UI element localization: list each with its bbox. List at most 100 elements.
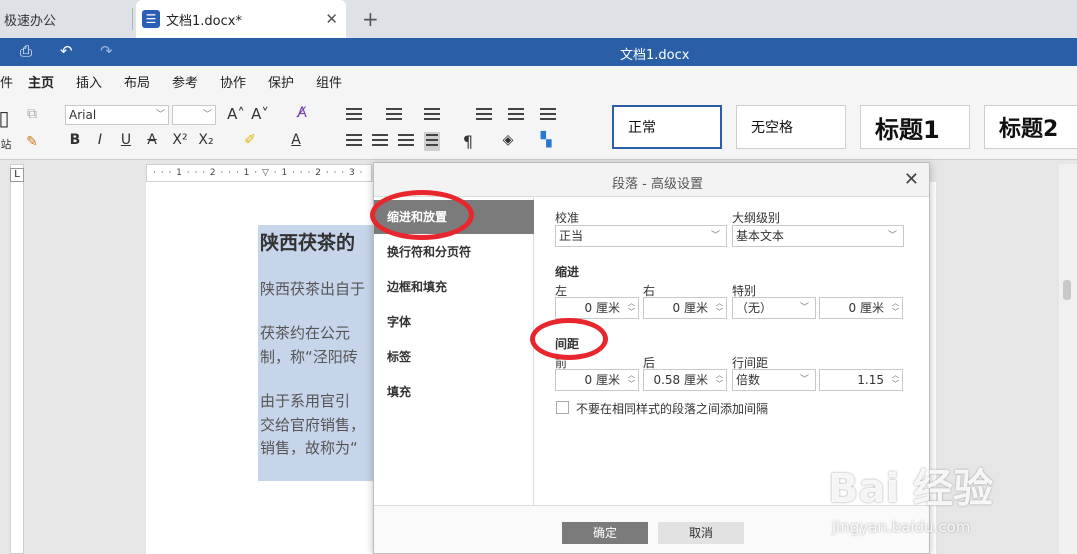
strikethrough-icon[interactable]: A — [142, 132, 162, 148]
indent-left-input[interactable]: 0 厘米 ︿ ﹀ — [555, 297, 639, 319]
spinner-arrows-icon[interactable]: ︿ ﹀ — [892, 371, 899, 389]
highlight-icon[interactable]: ✐ — [240, 132, 260, 148]
vertical-ruler — [10, 164, 24, 554]
multilevel-list-icon[interactable] — [424, 108, 440, 123]
document-line: 陕西茯茶出自于 — [260, 280, 366, 298]
browser-tab-strip: 极速办公 ☰ 文档1.docx* ✕ + — [0, 0, 1077, 38]
watermark-brand: Bai 经验 — [828, 466, 994, 512]
copy-icon[interactable]: ⧉ — [22, 106, 42, 122]
line-spacing-value-input[interactable]: 1.15 ︿ ﹀ — [819, 369, 903, 391]
line-spacing-type-select[interactable]: 倍数 ﹀ — [732, 369, 816, 391]
menu-insert[interactable]: 插入 — [76, 72, 102, 91]
spacing-after-input[interactable]: 0.58 厘米 ︿ ﹀ — [643, 369, 727, 391]
indent-right-input[interactable]: 0 厘米 ︿ ﹀ — [643, 297, 727, 319]
spinner-arrows-icon[interactable]: ︿ ﹀ — [628, 371, 635, 389]
new-tab-button[interactable]: + — [362, 7, 379, 31]
style-no-spacing[interactable]: 无空格 — [736, 105, 846, 149]
align-center-icon[interactable] — [372, 134, 388, 149]
indent-special-amount-input[interactable]: 0 厘米 ︿ ﹀ — [819, 297, 903, 319]
indent-special-value: （无） — [736, 301, 773, 315]
italic-icon[interactable]: I — [90, 132, 110, 148]
tab-stop-selector[interactable]: L — [10, 168, 24, 182]
print-icon[interactable]: ⎙ — [20, 42, 32, 60]
menu-home[interactable]: 主页 — [28, 72, 55, 96]
indent-special-select[interactable]: （无） ﹀ — [732, 297, 816, 319]
borders-icon[interactable]: ▚ — [536, 132, 556, 148]
alignment-value: 正当 — [559, 229, 584, 243]
spinner-arrows-icon[interactable]: ︿ ﹀ — [628, 299, 635, 317]
style-normal[interactable]: 正常 — [612, 105, 722, 149]
line-spacing-icon[interactable] — [540, 108, 556, 123]
menu-layout[interactable]: 布局 — [124, 72, 150, 91]
format-painter-icon[interactable]: ✎ — [22, 134, 42, 150]
menu-file[interactable]: 件 — [0, 72, 13, 91]
spinner-arrows-icon[interactable]: ︿ ﹀ — [716, 299, 723, 317]
font-name-select[interactable]: Arial ﹀ — [65, 105, 169, 125]
menu-protect[interactable]: 保护 — [268, 72, 294, 91]
outline-level-select[interactable]: 基本文本 ﹀ — [732, 225, 904, 247]
nav-line-page-breaks[interactable]: 换行符和分页符 — [374, 235, 534, 269]
spacing-before-input[interactable]: 0 厘米 ︿ ﹀ — [555, 369, 639, 391]
line-spacing-value: 1.15 — [857, 373, 884, 387]
subscript-icon[interactable]: X₂ — [196, 132, 216, 148]
shading-icon[interactable]: ◈ — [498, 132, 518, 148]
style-label: 标题1 — [875, 115, 940, 144]
paste-icon[interactable]: ▯ — [0, 106, 14, 130]
spinner-arrows-icon[interactable]: ︿ ﹀ — [892, 299, 899, 317]
tab-jisu-office[interactable]: 极速办公 — [0, 0, 132, 38]
tab-document[interactable]: ☰ 文档1.docx* ✕ — [136, 0, 346, 38]
undo-icon[interactable]: ↶ — [60, 42, 73, 60]
nav-tabs[interactable]: 标签 — [374, 340, 534, 374]
chevron-down-icon: ﹀ — [799, 303, 809, 313]
spinner-arrows-icon[interactable]: ︿ ﹀ — [716, 371, 723, 389]
increase-indent-icon[interactable] — [508, 108, 524, 123]
nav-borders-fill[interactable]: 边框和填充 — [374, 270, 534, 304]
dialog-title: 段落 - 高级设置 — [612, 177, 703, 192]
decrease-font-icon[interactable]: A˅ — [250, 105, 270, 123]
ribbon-toolbar: ▯ 站 ⧉ ✎ Arial ﹀ ﹀ A˄ A˅ A̸ B I U A X² X₂ … — [0, 94, 1077, 160]
menu-references[interactable]: 参考 — [172, 72, 198, 91]
align-right-icon[interactable] — [398, 134, 414, 149]
style-heading1[interactable]: 标题1 — [860, 105, 970, 149]
annotation-circle — [530, 318, 608, 360]
bold-icon[interactable]: B — [65, 132, 85, 148]
nav-padding[interactable]: 填充 — [374, 375, 534, 409]
spacing-before-value: 0 厘米 — [584, 373, 620, 387]
menu-collaborate[interactable]: 协作 — [220, 72, 246, 91]
no-spacing-same-style-checkbox[interactable] — [556, 401, 569, 414]
document-line: 销售，故称为“ — [260, 439, 358, 457]
tab-close-icon[interactable]: ✕ — [325, 10, 338, 28]
style-heading2[interactable]: 标题2 — [984, 105, 1077, 149]
underline-icon[interactable]: U — [116, 132, 136, 148]
menu-plugins[interactable]: 组件 — [316, 72, 342, 91]
document-title: 文档1.docx — [620, 48, 690, 63]
ok-button[interactable]: 确定 — [562, 522, 648, 544]
increase-font-icon[interactable]: A˄ — [226, 105, 246, 123]
indent-section-title: 缩进 — [555, 265, 580, 279]
font-color-icon[interactable]: A — [286, 132, 306, 148]
line-spacing-type: 倍数 — [736, 373, 761, 387]
outline-level-value: 基本文本 — [736, 229, 785, 243]
align-left-icon[interactable] — [346, 134, 362, 149]
tab-label: 文档1.docx* — [166, 13, 242, 29]
clear-format-icon[interactable]: A̸ — [292, 105, 312, 121]
superscript-icon[interactable]: X² — [170, 132, 190, 148]
nav-font[interactable]: 字体 — [374, 305, 534, 339]
redo-icon[interactable]: ↷ — [100, 42, 113, 60]
bullet-list-icon[interactable] — [346, 108, 362, 123]
document-favicon-icon: ☰ — [142, 10, 160, 28]
dialog-header[interactable]: 段落 - 高级设置 ✕ — [374, 163, 929, 197]
watermark-url: jingyan.baidu.com — [832, 518, 971, 536]
align-justify-icon[interactable] — [424, 132, 440, 151]
no-spacing-same-style-label: 不要在相同样式的段落之间添加间隔 — [576, 402, 769, 416]
close-icon[interactable]: ✕ — [904, 169, 919, 190]
alignment-select[interactable]: 正当 ﹀ — [555, 225, 727, 247]
decrease-indent-icon[interactable] — [476, 108, 492, 123]
document-line: 制，称“泾阳砖 — [260, 348, 358, 366]
numbered-list-icon[interactable] — [386, 108, 402, 123]
cancel-button[interactable]: 取消 — [658, 522, 744, 544]
document-line: 由于系用官引 — [260, 392, 351, 410]
paragraph-mark-icon[interactable]: ¶ — [458, 132, 478, 151]
scrollbar-thumb[interactable] — [1063, 280, 1071, 300]
font-size-select[interactable]: ﹀ — [172, 105, 216, 125]
